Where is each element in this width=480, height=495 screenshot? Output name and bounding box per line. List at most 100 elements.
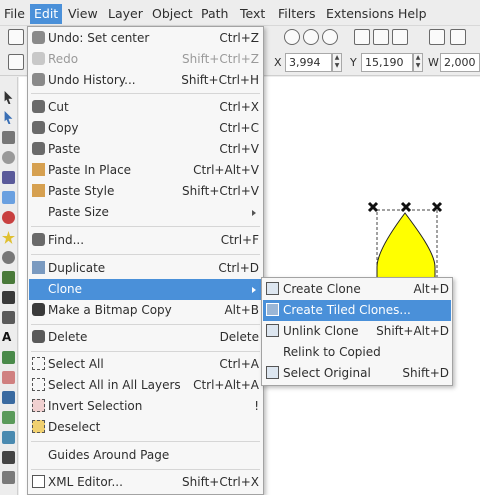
rotate-handle-top (400, 201, 412, 213)
submenu-item-create-tiled-clones[interactable]: Create Tiled Clones... (263, 300, 451, 321)
menu-separator (31, 324, 260, 325)
paste-in-place-icon (32, 163, 45, 176)
redo-icon (32, 52, 45, 65)
y-input[interactable]: 15,190 (361, 53, 413, 72)
mesh-tool-icon[interactable] (2, 431, 15, 444)
paste-icon (32, 142, 45, 155)
spray-tool-icon[interactable] (2, 351, 15, 364)
zoom-drawing-icon[interactable] (303, 29, 319, 45)
menu-item-select-all[interactable]: Select All Ctrl+A (29, 354, 262, 375)
measure-tool-icon[interactable] (2, 171, 15, 184)
select-all-layers-icon (32, 378, 45, 391)
star-tool-icon[interactable] (2, 231, 15, 244)
menu-item-deselect[interactable]: Deselect (29, 417, 262, 438)
w-input[interactable]: 2,000 (440, 53, 480, 72)
menu-item-guides-around-page[interactable]: Guides Around Page (29, 445, 262, 466)
dropper-tool-icon[interactable] (2, 451, 15, 464)
menu-item-paste-size[interactable]: Paste Size (29, 202, 262, 223)
menu-filters[interactable]: Filters (274, 4, 319, 24)
ungroup-icon[interactable] (450, 29, 466, 45)
submenu-item-create-clone[interactable]: Create Clone Alt+D (263, 279, 451, 300)
rectangle-tool-icon[interactable] (2, 191, 15, 204)
menu-help[interactable]: Help (394, 4, 431, 24)
find-icon (32, 233, 45, 246)
menu-item-redo[interactable]: Redo Shift+Ctrl+Z (29, 49, 262, 70)
new-document-icon[interactable] (8, 29, 24, 45)
text-tool-icon[interactable]: A (2, 331, 15, 344)
x-input[interactable]: 3,994 (285, 53, 332, 72)
menu-object[interactable]: Object (148, 4, 197, 24)
zoom-selection-icon[interactable] (284, 29, 300, 45)
tweak-tool-icon[interactable] (2, 131, 15, 144)
history-icon (32, 73, 45, 86)
submenu-item-unlink-clone[interactable]: Unlink Clone Shift+Alt+D (263, 321, 451, 342)
submenu-item-relink-to-copied[interactable]: Relink to Copied (263, 342, 451, 363)
ellipse-tool-icon[interactable] (2, 211, 15, 224)
select-all-toolbar-icon[interactable] (8, 54, 24, 70)
menu-item-undo-history[interactable]: Undo History... Shift+Ctrl+H (29, 70, 262, 91)
delete-icon (32, 330, 45, 343)
x-label: X (274, 56, 282, 69)
menu-item-paste-in-place[interactable]: Paste In Place Ctrl+Alt+V (29, 160, 262, 181)
calligraphy-tool-icon[interactable] (2, 311, 15, 324)
menu-text[interactable]: Text (236, 4, 269, 24)
menu-separator (31, 469, 260, 470)
menu-item-select-all-layers[interactable]: Select All in All Layers Ctrl+Alt+A (29, 375, 262, 396)
rotate-handle-tr (431, 201, 443, 213)
x-spinner[interactable]: ▲ ▼ (332, 53, 342, 72)
rotate-handle-tl (367, 201, 379, 213)
gradient-tool-icon[interactable] (2, 411, 15, 424)
bucket-tool-icon[interactable] (2, 391, 15, 404)
menu-separator (31, 226, 260, 227)
submenu-arrow-icon (252, 287, 256, 293)
pen-tool-icon[interactable] (2, 291, 15, 304)
eraser-tool-icon[interactable] (2, 371, 15, 384)
menu-item-paste-style[interactable]: Paste Style Shift+Ctrl+V (29, 181, 262, 202)
menu-item-duplicate[interactable]: Duplicate Ctrl+D (29, 258, 262, 279)
paste-style-icon (32, 184, 45, 197)
group-icon[interactable] (429, 29, 445, 45)
create-clone-icon (266, 282, 279, 295)
menu-edit[interactable]: Edit (30, 4, 63, 24)
w-label: W (428, 56, 439, 69)
menu-extensions[interactable]: Extensions (322, 4, 398, 24)
unlink-clone-icon (266, 324, 279, 337)
menu-view[interactable]: View (64, 4, 102, 24)
menu-item-invert-selection[interactable]: Invert Selection ! (29, 396, 262, 417)
submenu-item-select-original[interactable]: Select Original Shift+D (263, 363, 451, 384)
deselect-icon (32, 420, 45, 433)
select-original-icon (266, 366, 279, 379)
selector-tool-icon[interactable] (4, 91, 13, 104)
menu-item-cut[interactable]: Cut Ctrl+X (29, 97, 262, 118)
y-spinner[interactable]: ▲ ▼ (413, 53, 423, 72)
menu-item-delete[interactable]: Delete Delete (29, 327, 262, 348)
clone-toolbar-icon[interactable] (373, 29, 389, 45)
zoom-page-icon[interactable] (322, 29, 338, 45)
zoom-tool-icon[interactable] (2, 151, 15, 164)
connector-tool-icon[interactable] (2, 471, 15, 484)
pencil-tool-icon[interactable] (2, 271, 15, 284)
menu-item-make-bitmap-copy[interactable]: Make a Bitmap Copy Alt+B (29, 300, 262, 321)
unlink-toolbar-icon[interactable] (392, 29, 408, 45)
xml-editor-icon (32, 475, 45, 488)
edit-menu: Undo: Set center Ctrl+Z Redo Shift+Ctrl+… (27, 26, 264, 495)
y-label: Y (350, 56, 357, 69)
menu-item-find[interactable]: Find... Ctrl+F (29, 230, 262, 251)
duplicate-toolbar-icon[interactable] (354, 29, 370, 45)
menu-item-paste[interactable]: Paste Ctrl+V (29, 139, 262, 160)
menu-item-copy[interactable]: Copy Ctrl+C (29, 118, 262, 139)
menu-item-clone[interactable]: Clone (29, 279, 262, 300)
menu-separator (31, 351, 260, 352)
invert-selection-icon (32, 399, 45, 412)
menu-separator (31, 254, 260, 255)
menu-file[interactable]: File (0, 4, 29, 24)
tiled-clones-icon (266, 303, 279, 316)
menu-item-xml-editor[interactable]: XML Editor... Shift+Ctrl+X (29, 472, 262, 493)
node-tool-icon[interactable] (4, 111, 13, 124)
menu-item-undo[interactable]: Undo: Set center Ctrl+Z (29, 28, 262, 49)
menu-layer[interactable]: Layer (104, 4, 147, 24)
undo-icon (32, 31, 45, 44)
spiral-tool-icon[interactable] (2, 251, 15, 264)
toolbox: A (0, 77, 18, 495)
menu-path[interactable]: Path (197, 4, 232, 24)
